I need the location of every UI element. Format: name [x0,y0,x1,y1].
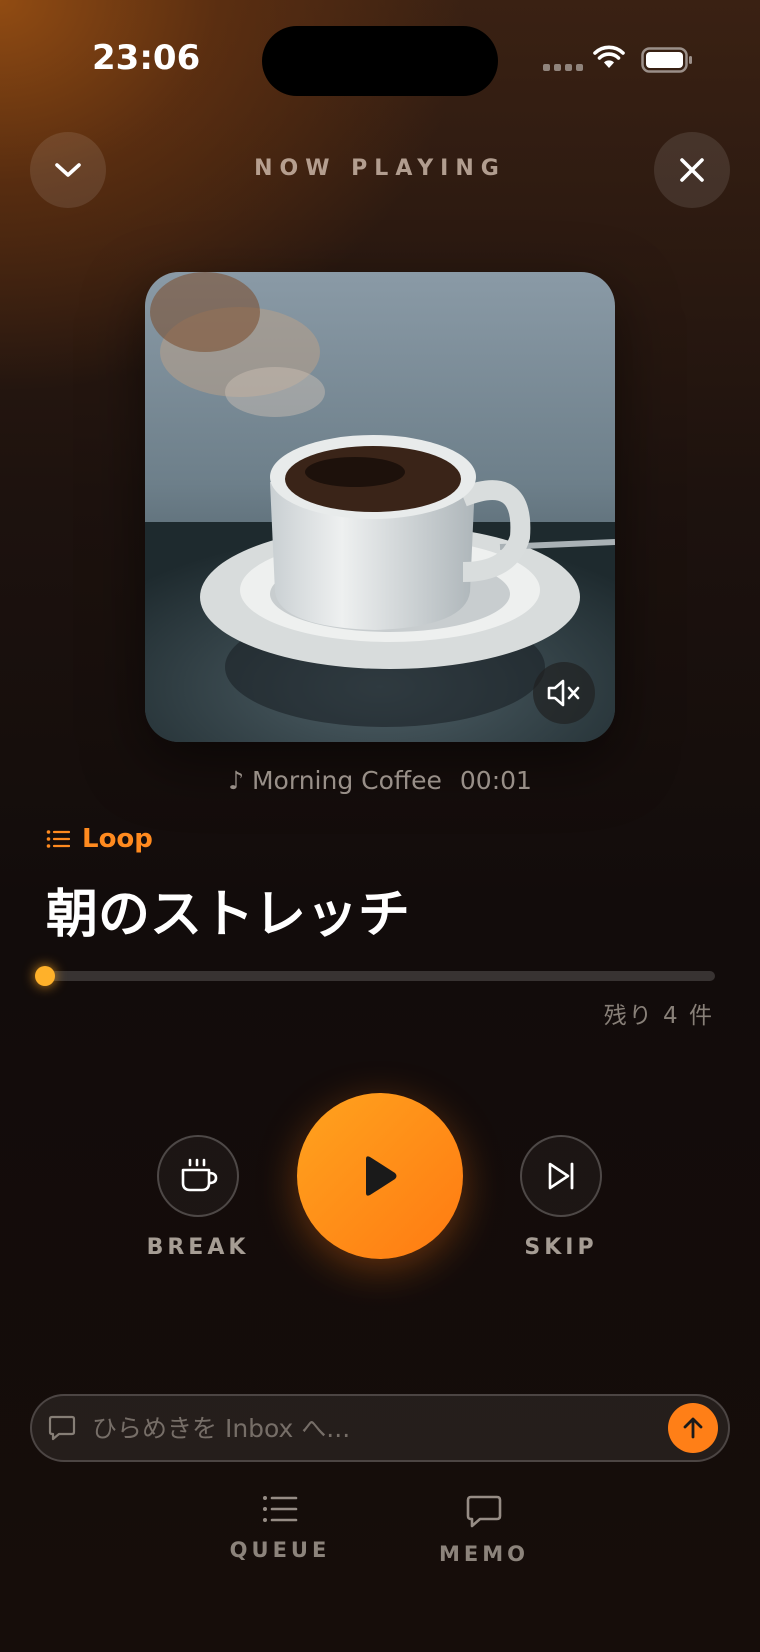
tab-memo[interactable]: MEMO [404,1494,564,1566]
playlist-mode-label: Loop [82,824,153,854]
close-button[interactable] [654,132,730,208]
cellular-signal-icon [543,64,583,71]
dynamic-island [262,26,498,96]
speaker-muted-icon [547,679,580,707]
skip-button[interactable] [520,1135,602,1217]
coffee-cup-icon [181,1158,218,1192]
remaining-count: 残り 4 件 [603,1003,714,1029]
mute-button[interactable] [533,662,595,724]
close-icon [680,158,704,182]
arrow-up-icon [683,1417,703,1439]
status-time: 23:06 [92,38,201,78]
break-button[interactable] [157,1135,239,1217]
task-title: 朝のストレッチ [46,885,411,945]
list-icon [263,1496,298,1522]
track-name: Morning Coffee [251,766,442,795]
page-title: NOW PLAYING [254,156,506,181]
elapsed-time: 00:01 [459,766,532,795]
battery-icon [641,47,692,73]
progress-knob[interactable] [35,966,55,986]
send-button[interactable] [668,1403,718,1453]
chat-bubble-icon [48,1415,76,1441]
break-label: BREAK [146,1235,250,1260]
tab-queue-label: QUEUE [229,1538,331,1562]
skip-forward-icon [548,1162,574,1190]
music-note-icon: ♪ [228,766,245,795]
list-icon [46,830,70,848]
chat-bubble-icon [466,1495,502,1528]
tab-memo-label: MEMO [439,1542,529,1566]
playlist-mode[interactable]: Loop [46,824,153,854]
play-icon [366,1156,397,1196]
tab-queue[interactable]: QUEUE [200,1494,360,1562]
memo-input[interactable] [92,1404,652,1452]
skip-label: SKIP [524,1235,598,1260]
now-playing-line: ♪ Morning Coffee 00:01 [0,766,760,795]
wifi-icon [593,45,625,68]
progress-track[interactable] [45,971,715,981]
play-button[interactable] [297,1093,463,1259]
